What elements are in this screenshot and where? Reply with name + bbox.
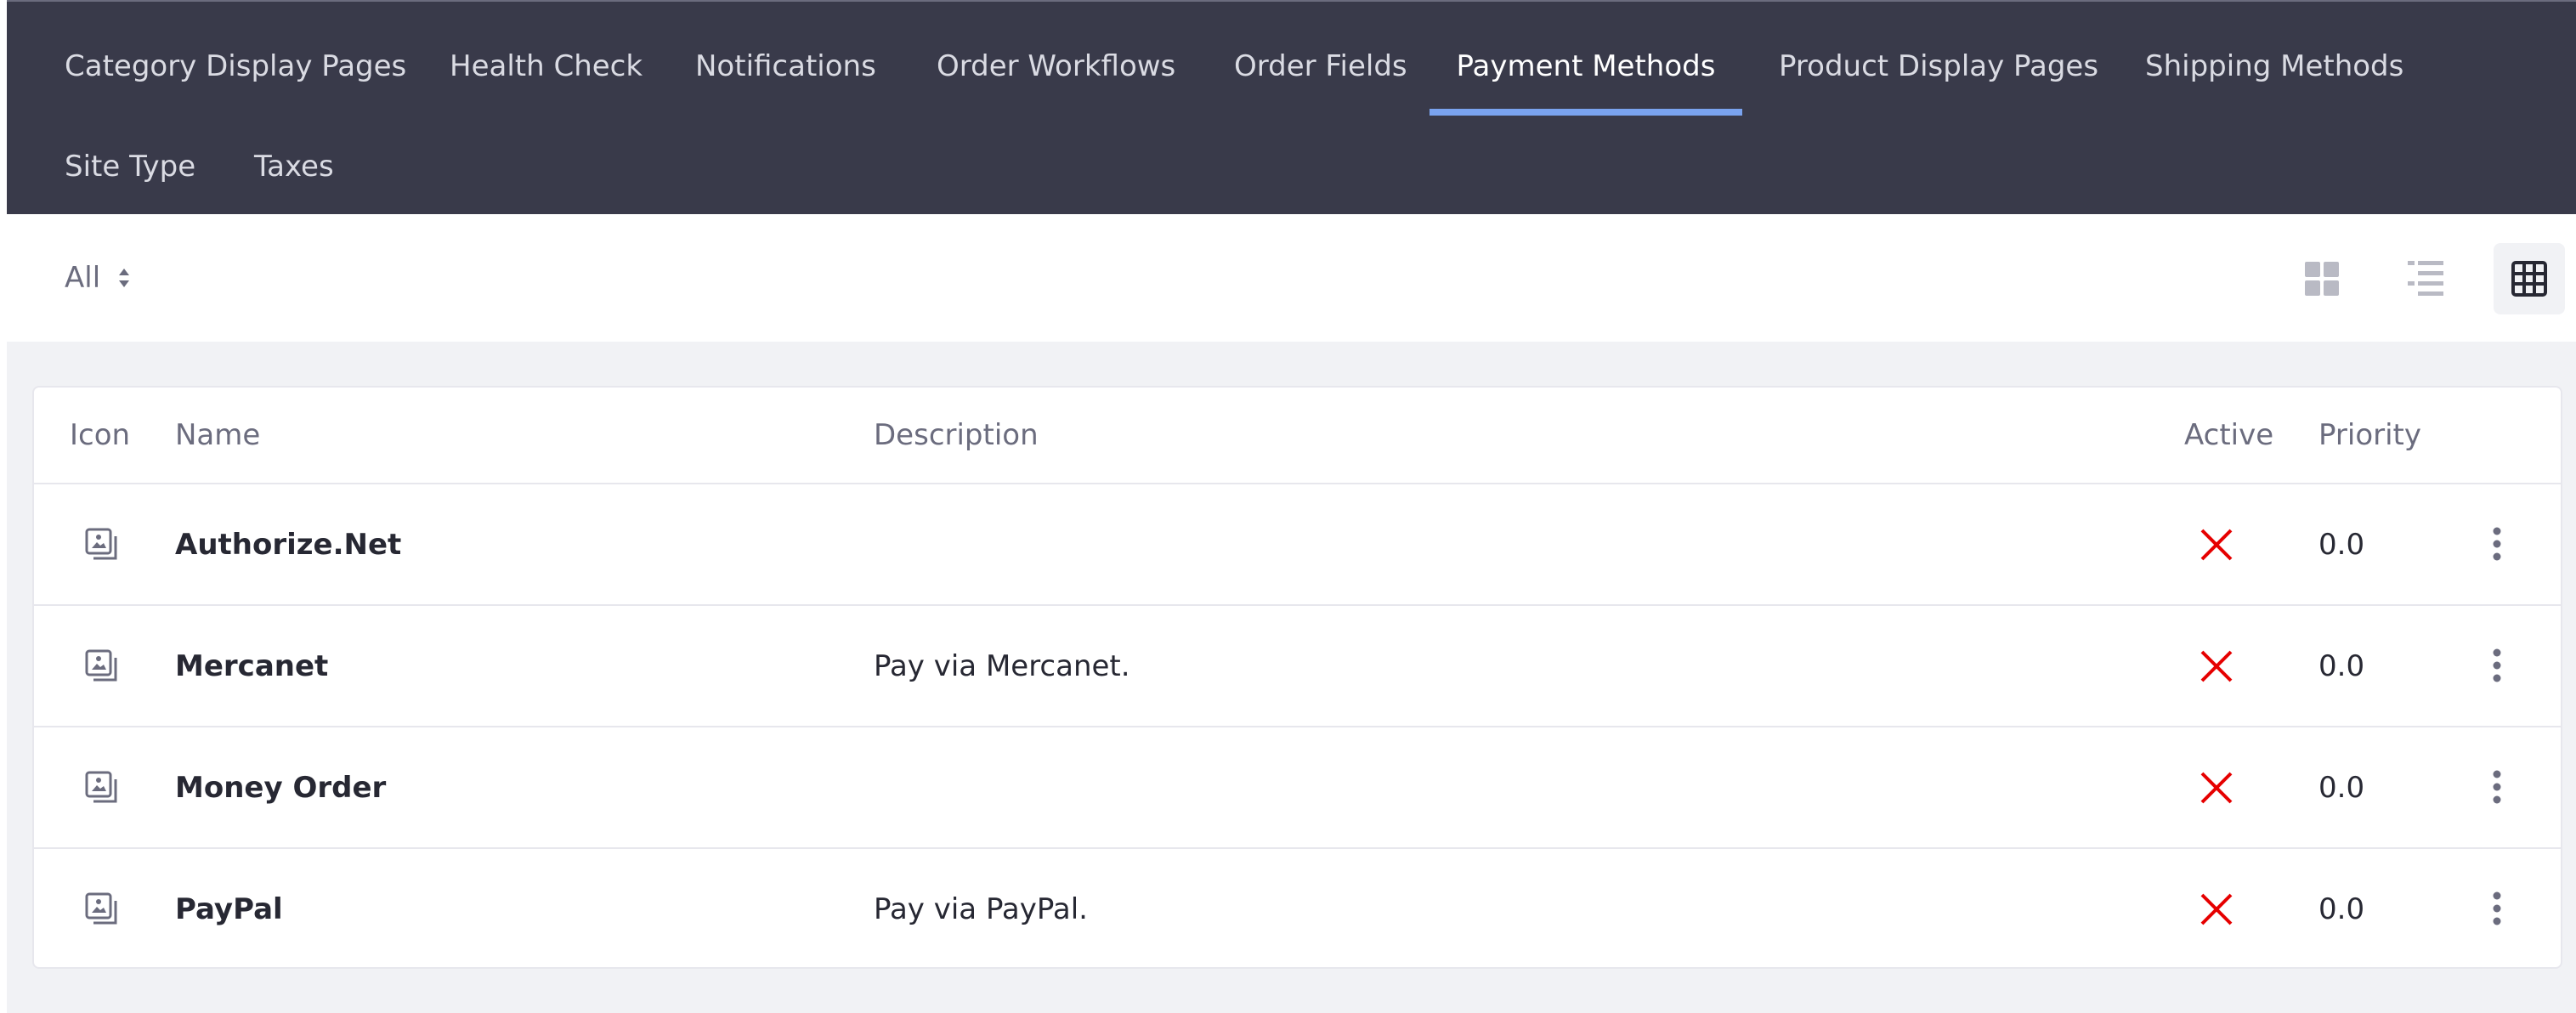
top-navigation-bar: Category Display Pages Health Check Noti… [7, 0, 2576, 214]
app-frame: Category Display Pages Health Check Noti… [7, 0, 2576, 1013]
tab-payment-methods[interactable]: Payment Methods [1430, 17, 1742, 116]
payment-method-name[interactable]: Money Order [175, 727, 386, 847]
filter-dropdown[interactable]: All [65, 258, 131, 297]
inactive-x-icon [2200, 849, 2233, 967]
table-row[interactable]: Money Order 0.0 [34, 727, 2561, 849]
table-view-button[interactable] [2494, 243, 2565, 314]
tab-notifications[interactable]: Notifications [695, 17, 876, 116]
table-header: Icon Name Description Active Priority [34, 388, 2561, 484]
inactive-x-icon [2200, 606, 2233, 726]
payment-method-name[interactable]: PayPal [175, 849, 283, 967]
tab-category-display-pages[interactable]: Category Display Pages [65, 17, 406, 116]
kebab-menu-icon [2493, 770, 2501, 804]
payment-method-icon [83, 727, 121, 847]
payment-method-description: Pay via Mercanet. [874, 648, 1130, 683]
inactive-x-icon [2200, 727, 2233, 847]
list-view-button[interactable] [2390, 243, 2461, 314]
column-header-description: Description [874, 418, 1039, 452]
table-row[interactable]: Mercanet Pay via Mercanet. 0.0 [34, 606, 2561, 727]
tab-health-check[interactable]: Health Check [450, 17, 643, 116]
management-toolbar: All [7, 214, 2576, 342]
payment-method-name[interactable]: Authorize.Net [175, 484, 401, 604]
inactive-x-icon [2200, 484, 2233, 604]
tab-product-display-pages[interactable]: Product Display Pages [1779, 17, 2098, 116]
row-actions-button[interactable] [2473, 640, 2521, 691]
payment-method-description: Pay via PayPal. [874, 891, 1088, 926]
payment-method-priority: 0.0 [2318, 770, 2365, 805]
payment-methods-table: Icon Name Description Active Priority Au… [32, 386, 2562, 969]
column-header-active: Active [2184, 418, 2274, 452]
tab-shipping-methods[interactable]: Shipping Methods [2145, 17, 2403, 116]
payment-method-name[interactable]: Mercanet [175, 606, 328, 726]
tab-site-type[interactable]: Site Type [65, 117, 195, 216]
column-header-icon: Icon [70, 418, 131, 452]
filter-label: All [65, 261, 101, 295]
kebab-menu-icon [2493, 891, 2501, 925]
column-header-priority: Priority [2318, 418, 2422, 452]
payment-method-priority: 0.0 [2318, 891, 2365, 926]
column-header-name: Name [175, 418, 261, 452]
table-view-icon [2511, 261, 2547, 297]
payment-method-icon [83, 484, 121, 604]
payment-method-icon [83, 606, 121, 726]
sort-caret-icon [119, 269, 130, 287]
payment-method-priority: 0.0 [2318, 648, 2365, 683]
active-tab-indicator [1430, 109, 1742, 116]
row-actions-button[interactable] [2473, 883, 2521, 934]
tab-order-workflows[interactable]: Order Workflows [937, 17, 1175, 116]
table-row[interactable]: Authorize.Net 0.0 [34, 484, 2561, 606]
row-actions-button[interactable] [2473, 518, 2521, 569]
cards-view-icon [2305, 262, 2339, 296]
tab-taxes[interactable]: Taxes [254, 117, 334, 216]
row-actions-button[interactable] [2473, 761, 2521, 812]
kebab-menu-icon [2493, 648, 2501, 682]
payment-method-icon [83, 849, 121, 967]
payment-method-priority: 0.0 [2318, 527, 2365, 562]
cards-view-button[interactable] [2286, 243, 2358, 314]
tab-order-fields[interactable]: Order Fields [1234, 17, 1407, 116]
list-view-icon [2408, 261, 2443, 296]
kebab-menu-icon [2493, 527, 2501, 561]
table-row[interactable]: PayPal Pay via PayPal. 0.0 [34, 849, 2561, 967]
